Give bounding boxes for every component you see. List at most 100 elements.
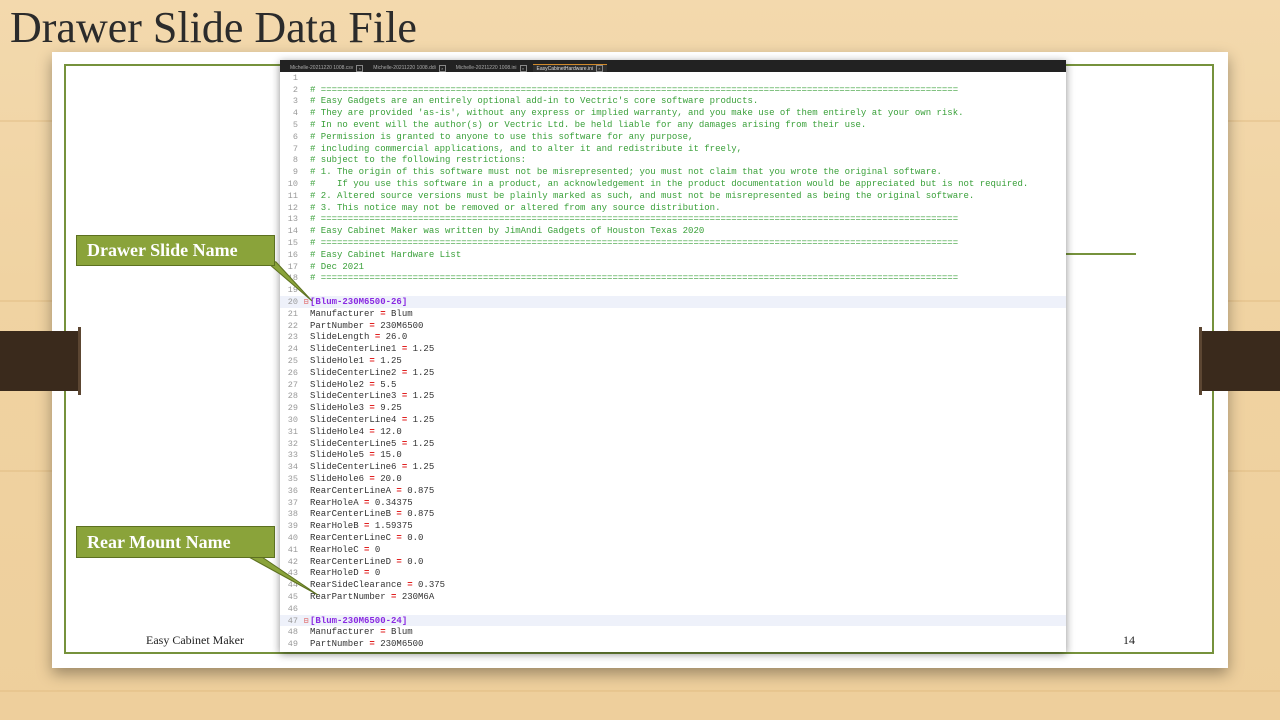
code-line: 32 SlideCenterLine5 = 1.25: [280, 438, 1066, 450]
line-number: 27: [287, 379, 298, 390]
code-line: 18 # ====================================…: [280, 273, 1066, 285]
ini-key: RearHoleA: [310, 497, 359, 508]
code-comment: # Dec 2021: [310, 261, 365, 272]
editor-tab[interactable]: EasyCabinetHardware.ini ×: [532, 64, 607, 72]
line-number: 20: [287, 297, 298, 308]
ini-key: Manufacturer: [310, 308, 375, 319]
ini-key: SlideHole1: [310, 356, 365, 367]
code-comment: # 1. The origin of this software must no…: [310, 167, 942, 178]
code-comment: # ======================================…: [310, 214, 959, 225]
fold-icon[interactable]: ⊟: [302, 297, 310, 307]
code-comment: # Easy Cabinet Maker was written by JimA…: [310, 226, 705, 237]
fold-icon[interactable]: ⊟: [302, 616, 310, 626]
ini-value: 12.0: [380, 426, 402, 437]
code-line: 46: [280, 603, 1066, 615]
line-number: 30: [287, 415, 298, 425]
code-line: 24 SlideCenterLine1 = 1.25: [280, 343, 1066, 355]
equals-operator: =: [396, 367, 413, 378]
equals-operator: =: [374, 308, 392, 319]
ini-key: Manufacturer: [310, 627, 375, 638]
equals-operator: =: [364, 450, 381, 461]
code-line: 30 SlideCenterLine4 = 1.25: [280, 414, 1066, 426]
slide-title: Drawer Slide Data File: [10, 3, 417, 52]
editor-tab-label: Michelle-20211220 1008.ini: [455, 65, 517, 71]
ini-key: SlideCenterLine1: [310, 344, 397, 355]
line-number: 16: [287, 249, 298, 260]
code-area: 1 2 # ====================================…: [280, 72, 1066, 650]
ini-value: 5.5: [380, 379, 397, 390]
equals-operator: =: [364, 379, 381, 390]
code-line: 33 SlideHole5 = 15.0: [280, 450, 1066, 462]
line-number: 31: [287, 426, 298, 437]
code-line: 7 # including commercial applications, an…: [280, 143, 1066, 155]
code-line: 15 # ====================================…: [280, 237, 1066, 249]
code-line: 12 # 3. This notice may not be removed or…: [280, 202, 1066, 214]
code-line: 21 Manufacturer = Blum: [280, 308, 1066, 320]
equals-operator: =: [364, 356, 381, 367]
equals-operator: =: [396, 391, 413, 402]
code-line: 45 RearPartNumber = 230M6A: [280, 591, 1066, 603]
close-icon[interactable]: ×: [438, 64, 446, 72]
ini-value: 20.0: [380, 473, 402, 484]
ini-value: 1.25: [412, 367, 435, 378]
code-line: 40 RearCenterLineC = 0.0: [280, 532, 1066, 544]
line-number: 18: [287, 273, 298, 284]
code-line: 42 RearCenterLineD = 0.0: [280, 556, 1066, 568]
ini-value: 1.25: [412, 391, 435, 402]
line-number: 35: [287, 473, 298, 484]
code-line: 36 RearCenterLineA = 0.875: [280, 485, 1066, 497]
binder-clip-left: [0, 327, 81, 395]
equals-operator: =: [391, 532, 408, 543]
line-number: 10: [287, 179, 298, 190]
line-number: 38: [287, 509, 298, 520]
code-line: 48 Manufacturer = Blum: [280, 626, 1066, 638]
close-icon[interactable]: ×: [595, 65, 603, 72]
line-number: 36: [287, 485, 298, 496]
line-number: 45: [287, 591, 298, 602]
ini-value: 0.0: [407, 556, 424, 567]
line-number: 1: [292, 72, 298, 83]
ini-key: SlideHole2: [310, 379, 365, 390]
ini-key: RearCenterLineC: [310, 532, 392, 543]
code-comment: # In no event will the author(s) or Vect…: [310, 120, 867, 131]
editor-tab[interactable]: Michelle-20211220 1008.csv ×: [286, 64, 367, 72]
ini-value: 15.0: [380, 450, 402, 461]
line-number: 17: [287, 261, 298, 272]
close-icon[interactable]: ×: [519, 64, 527, 72]
line-number: 48: [287, 627, 298, 638]
line-number: 21: [287, 308, 298, 319]
ini-value: 0.375: [418, 580, 446, 591]
line-number: 43: [287, 568, 298, 579]
line-number: 28: [287, 391, 298, 402]
code-line: 29 SlideHole3 = 9.25: [280, 402, 1066, 414]
ini-key: SlideCenterLine6: [310, 462, 397, 473]
ini-key: SlideHole3: [310, 403, 365, 414]
ini-key: PartNumber: [310, 639, 365, 650]
code-comment: # If you use this software in a product,…: [310, 179, 1029, 190]
accent-line: [1066, 253, 1136, 255]
ini-key: SlideLength: [310, 332, 370, 343]
ini-value: 230M6500: [380, 639, 424, 650]
code-line: 26 SlideCenterLine2 = 1.25: [280, 367, 1066, 379]
editor-tab[interactable]: Michelle-20211220 1008.ddi ×: [369, 64, 449, 72]
line-number: 14: [287, 226, 298, 237]
line-number: 7: [292, 143, 298, 154]
code-line: 22 PartNumber = 230M6500: [280, 320, 1066, 332]
code-line: 41 RearHoleC = 0: [280, 544, 1066, 556]
code-line: 38 RearCenterLineB = 0.875: [280, 508, 1066, 520]
code-line: 43 RearHoleD = 0: [280, 567, 1066, 579]
close-icon[interactable]: ×: [356, 64, 364, 72]
ini-key: SlideCenterLine2: [310, 367, 397, 378]
editor-tab[interactable]: Michelle-20211220 1008.ini ×: [452, 64, 531, 72]
ini-key: RearHoleB: [310, 521, 359, 532]
editor-tab-bar: Michelle-20211220 1008.csv × Michelle-2021…: [280, 60, 1066, 72]
line-number: 33: [287, 450, 298, 461]
line-number: 8: [292, 155, 298, 166]
ini-value: 9.25: [380, 403, 402, 414]
code-comment: # 3. This notice may not be removed or a…: [310, 202, 721, 213]
code-line: 37 RearHoleA = 0.34375: [280, 497, 1066, 509]
ini-key: SlideHole5: [310, 450, 365, 461]
ini-value: 0: [374, 568, 381, 579]
code-comment: # They are provided 'as-is', without any…: [310, 108, 964, 119]
equals-operator: =: [396, 438, 413, 449]
